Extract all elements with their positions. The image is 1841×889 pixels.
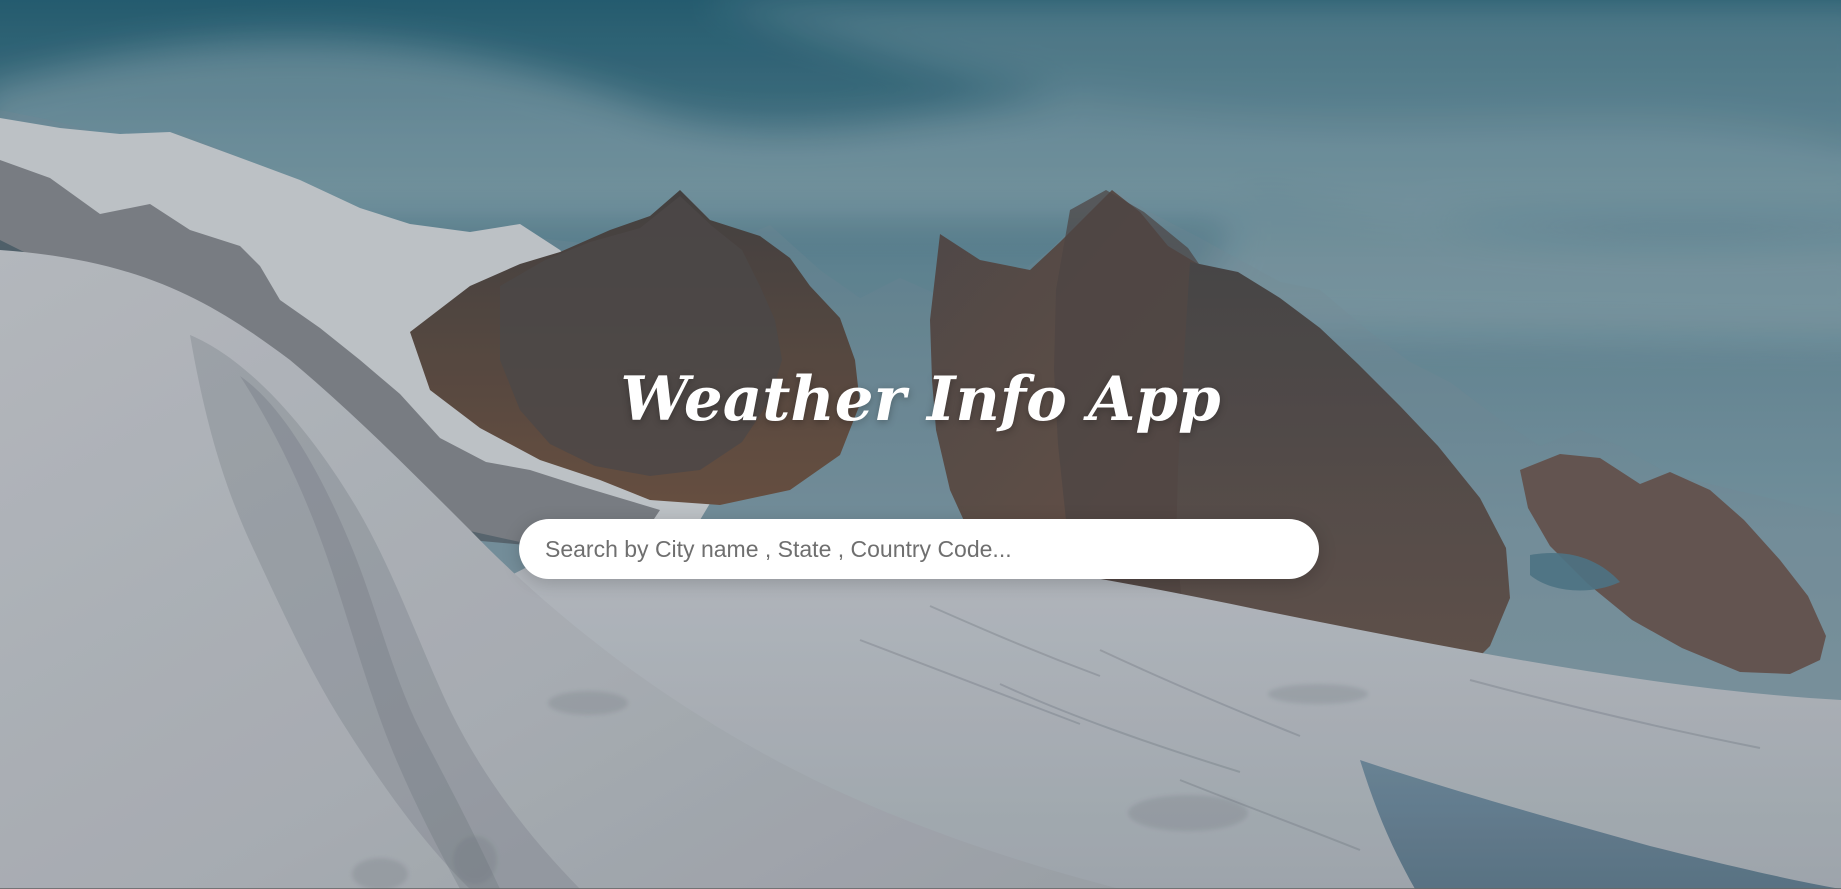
search-container	[519, 519, 1319, 579]
app-title: Weather Info App	[620, 364, 1221, 435]
city-search-input[interactable]	[519, 519, 1319, 579]
app-viewport: Weather Info App	[0, 0, 1841, 889]
hero-section: Weather Info App	[0, 0, 1841, 889]
